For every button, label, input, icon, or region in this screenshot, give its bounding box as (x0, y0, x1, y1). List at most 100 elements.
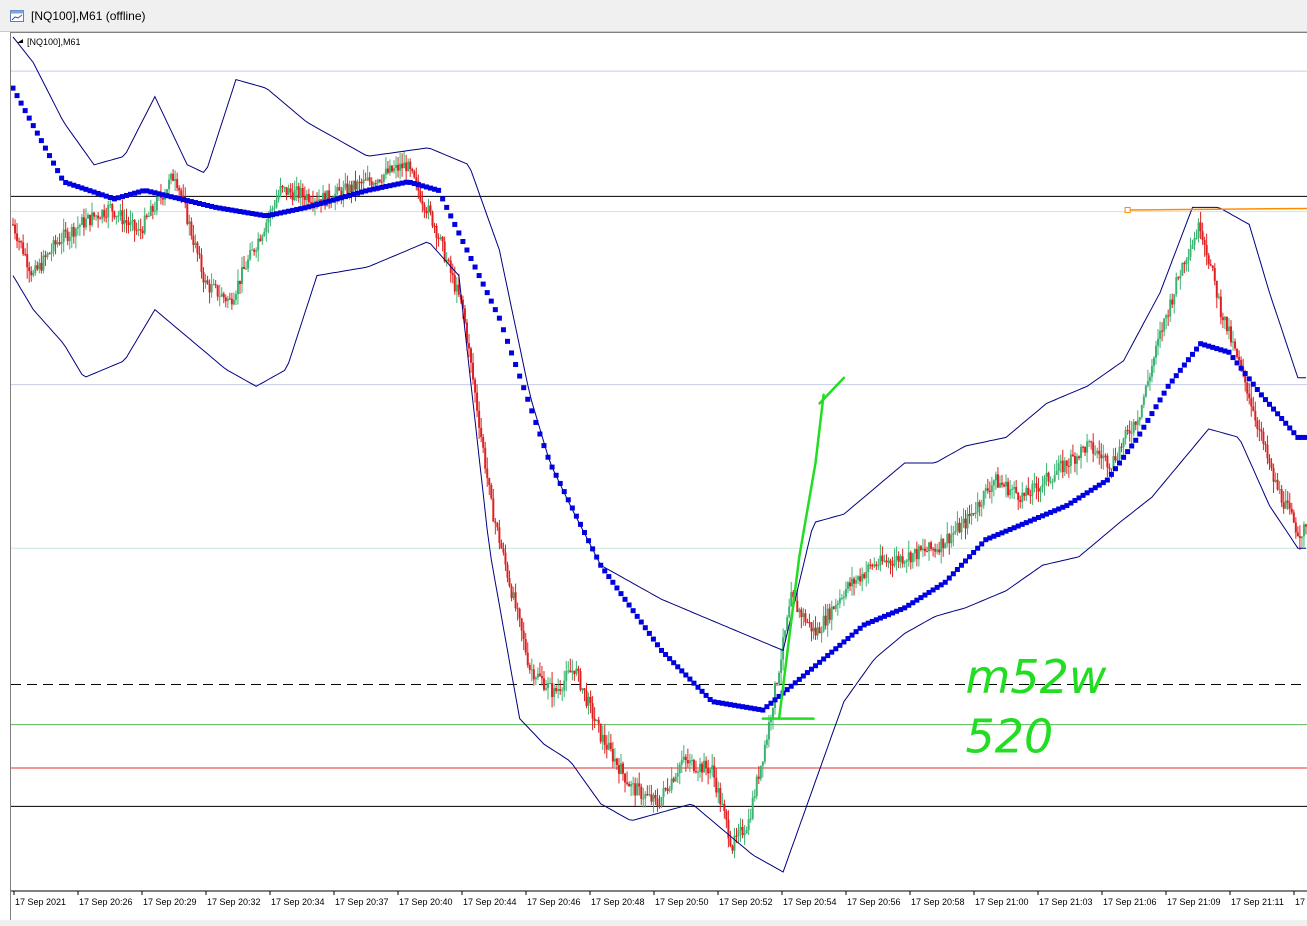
candle (16, 222, 19, 249)
candle (859, 568, 862, 586)
ma-point (1169, 378, 1175, 384)
ma-point (1234, 360, 1240, 366)
ma-point (484, 290, 490, 296)
ma-point (1291, 430, 1297, 436)
ma-point (634, 613, 640, 619)
ma-point (11, 85, 16, 91)
ma-point (1303, 434, 1307, 440)
candle (536, 667, 539, 680)
candle (867, 562, 870, 584)
trendline-anchor-handle[interactable] (1124, 206, 1131, 213)
candle (455, 277, 458, 304)
candle (46, 251, 49, 260)
candle (1256, 416, 1259, 438)
candle (1236, 348, 1239, 359)
ma-point (525, 396, 531, 402)
candle (24, 248, 27, 257)
candle (808, 613, 811, 628)
ma-point (569, 505, 575, 511)
ma-point (942, 579, 948, 585)
candle (1286, 491, 1289, 510)
annotation-text-line2: 520 (966, 710, 1054, 764)
candle (873, 557, 876, 569)
candle (1187, 248, 1190, 272)
candle (1088, 439, 1091, 447)
candle (1260, 421, 1263, 441)
candle (824, 603, 827, 630)
window-bottom-border (0, 920, 1307, 926)
candle (928, 541, 931, 561)
candle (549, 677, 552, 684)
candle (214, 280, 217, 289)
x-tick-label: 17 Sep 20:32 (207, 897, 261, 907)
ma-point (1287, 425, 1293, 431)
ma-point (1117, 460, 1123, 466)
candle (948, 532, 951, 555)
candle (212, 278, 215, 286)
candle (1282, 491, 1285, 514)
chart-area[interactable]: m52w 520 [NQ100],M61 17 Sep 2021 17 Sep 20… (10, 32, 1307, 920)
candle (686, 748, 689, 768)
window-titlebar[interactable]: [NQ100],M61 (offline) (0, 0, 1307, 32)
ma-point (1275, 411, 1281, 417)
candle (338, 178, 341, 191)
candle (668, 785, 671, 793)
candle (500, 539, 503, 549)
candle (56, 236, 59, 248)
candle (1132, 418, 1135, 437)
candle (980, 499, 983, 517)
candle (709, 768, 712, 779)
ma-point (1283, 420, 1289, 426)
ma-point (1145, 417, 1151, 423)
candle (1027, 477, 1030, 496)
ma-point (582, 530, 588, 536)
candle (86, 212, 89, 220)
candle (514, 583, 517, 612)
candle (200, 248, 203, 279)
candle (190, 217, 193, 240)
candle (1207, 252, 1210, 269)
candle (1102, 444, 1105, 470)
candle (648, 785, 651, 797)
candle (202, 267, 205, 293)
candle (1015, 479, 1018, 494)
candle (1124, 426, 1127, 445)
ma-point (452, 221, 458, 227)
candle (729, 830, 732, 848)
candle (247, 254, 250, 273)
candle (585, 682, 588, 709)
x-tick-label: 17 Sep 20:44 (463, 897, 517, 907)
candle (74, 227, 77, 249)
window-title: [NQ100],M61 (offline) (31, 9, 146, 23)
ma-point (51, 160, 57, 166)
candle (575, 661, 578, 677)
candle (1197, 218, 1200, 243)
candle (881, 546, 884, 565)
candle (1280, 484, 1283, 507)
candle (449, 255, 452, 283)
candle (1071, 444, 1074, 457)
candle (1199, 211, 1202, 240)
price-chart[interactable]: m52w520 [NQ100],M61 17 Sep 2021 17 Sep 20… (11, 33, 1307, 921)
candle (1276, 472, 1279, 491)
candle (984, 484, 987, 499)
ma-point (1238, 365, 1244, 371)
candle (950, 525, 953, 548)
candle (1003, 482, 1006, 488)
candle (103, 204, 106, 222)
candle (998, 475, 1001, 489)
candle (397, 157, 400, 178)
candle (275, 189, 278, 209)
candle (555, 685, 558, 694)
candle (820, 626, 823, 643)
candle (107, 200, 110, 229)
candle (435, 223, 438, 250)
candle (656, 788, 659, 812)
candle (1288, 492, 1291, 515)
ma-point (1246, 376, 1252, 382)
candle (595, 719, 598, 722)
candle (664, 787, 667, 792)
resistance-trendline[interactable] (1127, 207, 1307, 211)
x-tick-label: 17 Sep 21:11 (1231, 897, 1284, 907)
candle (816, 622, 819, 640)
